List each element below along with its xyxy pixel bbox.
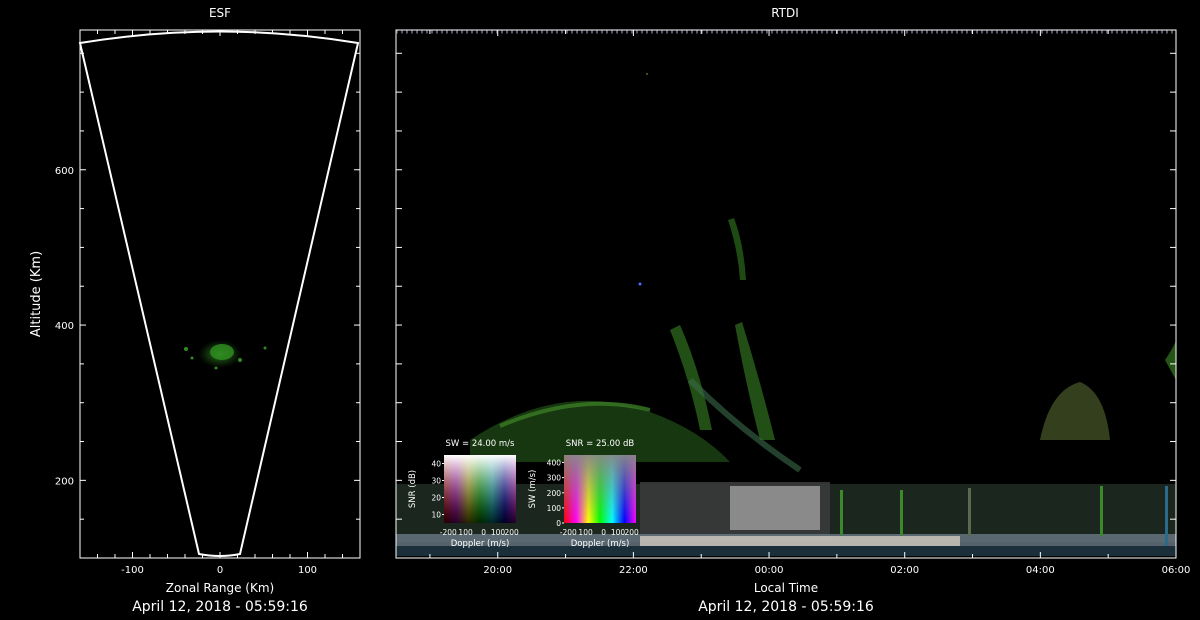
snr-colorkey-xlabel: Doppler (m/s) xyxy=(571,539,630,549)
rtdi-x-tick-label: 02:00 xyxy=(890,565,919,576)
sw-colorkey-x-tick-label: 100 xyxy=(491,528,506,537)
sw-colorkey-y-tick-label: 20 xyxy=(431,494,441,503)
esf-y-tick-label: 200 xyxy=(55,476,74,487)
snr-colorkey-x-tick-label: 200 xyxy=(625,528,640,537)
snr-colorkey-y-tick-label: 0 xyxy=(556,519,561,528)
snr-colorkey-y-tick-label: 100 xyxy=(547,504,562,513)
sw-colorkey-x-tick-label: 0 xyxy=(481,528,486,537)
snr-colorkey-x-tick-label: 100 xyxy=(611,528,626,537)
esf-date-label: April 12, 2018 - 05:59:16 xyxy=(132,599,308,615)
sw-colorkey-x-tick-label: 200 xyxy=(505,528,520,537)
rtdi-x-tick-label: 20:00 xyxy=(483,565,512,576)
snr-colorkey-x-tick-label: -200 xyxy=(560,528,577,537)
esf-title: ESF xyxy=(209,6,231,20)
snr-colorkey-y-tick-label: 400 xyxy=(547,459,562,468)
esf-xlabel: Zonal Range (Km) xyxy=(166,581,274,595)
esf-plot-frame xyxy=(79,29,361,559)
rtdi-xlabel: Local Time xyxy=(754,581,818,595)
snr-colorkey-x-tick-label: 100 xyxy=(578,528,593,537)
esf-ticks: -100 0 100 200 400 600 xyxy=(55,30,360,576)
rtdi-x-tick-label: 22:00 xyxy=(619,565,648,576)
esf-echo-cluster xyxy=(184,340,267,370)
rtdi-x-tick-label: 04:00 xyxy=(1026,565,1055,576)
sw-colorkey-title: SW = 24.00 m/s xyxy=(446,439,516,449)
rtdi-x-tick-label: 06:00 xyxy=(1162,565,1191,576)
rtdi-title: RTDI xyxy=(771,6,799,20)
snr-colorkey-y-tick-label: 300 xyxy=(547,474,562,483)
sw-colorkey-x-tick-label: -200 xyxy=(440,528,457,537)
rtdi-panel: RTDI 20:00 22:00 00:00 02:00 04:00 06:00… xyxy=(395,6,1191,615)
esf-y-tick-label: 600 xyxy=(55,166,74,177)
esf-panel: ESF -100 0 100 200 400 600 Altitude (Km) Zona… xyxy=(29,6,361,615)
sw-colorkey-y-tick-label: 10 xyxy=(431,511,441,520)
esf-ylabel: Altitude (Km) xyxy=(29,251,44,337)
rtdi-date-label: April 12, 2018 - 05:59:16 xyxy=(698,599,874,615)
esf-y-tick-label: 400 xyxy=(55,321,74,332)
sw-colorkey-ylabel: SNR (dB) xyxy=(408,470,418,508)
sw-colorkey-x-tick-label: 100 xyxy=(458,528,473,537)
esf-beam-outline xyxy=(78,30,360,557)
snr-colorkey-ylabel: SW (m/s) xyxy=(528,470,538,509)
rtdi-x-tick-label: 00:00 xyxy=(755,565,784,576)
esf-x-tick-label: 100 xyxy=(298,565,317,576)
sw-colorkey-y-tick-label: 30 xyxy=(431,477,441,486)
esf-x-tick-label: -100 xyxy=(121,565,144,576)
figure: ESF -100 0 100200400600 Altitude (Km) Zona… xyxy=(29,6,1191,615)
snr-colorkey-x-tick-label: 0 xyxy=(601,528,606,537)
sw-colorkey-xlabel: Doppler (m/s) xyxy=(451,539,510,549)
snr-colorkey-title: SNR = 25.00 dB xyxy=(566,439,635,449)
sw-colorkey-y-tick-label: 40 xyxy=(431,460,441,469)
esf-x-tick-label: 0 xyxy=(217,565,223,576)
snr-colorkey-y-tick-label: 200 xyxy=(547,489,562,498)
